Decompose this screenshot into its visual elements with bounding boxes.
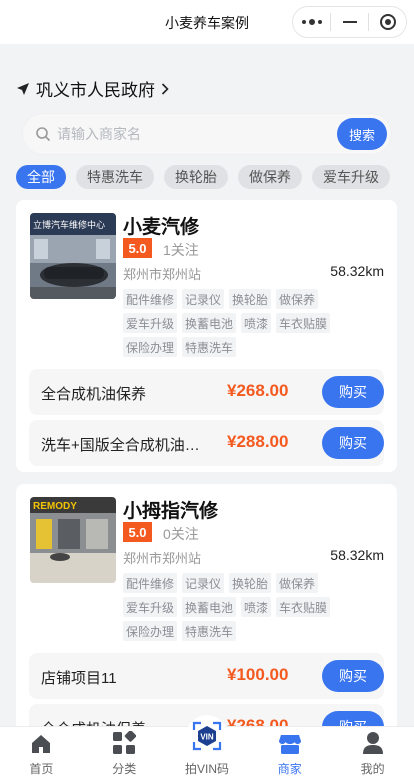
tabbar-item-vin[interactable]: VIN 拍VIN码 <box>166 715 249 780</box>
user-icon <box>362 732 383 754</box>
tab-all[interactable]: 全部 <box>16 165 66 189</box>
category-icon <box>113 731 137 754</box>
chevron-right-icon <box>161 82 169 95</box>
service-tag: 做保养 <box>276 573 319 593</box>
service-tag: 喷漆 <box>241 313 272 333</box>
service-item[interactable]: 洗车+国版全合成机油保养 ¥288.00 购买 <box>29 420 384 466</box>
service-item[interactable]: 全合成机油保养 ¥268.00 购买 <box>29 369 384 415</box>
shop-address: 郑州市郑州站 <box>123 551 202 566</box>
service-price: ¥100.00 <box>227 665 289 684</box>
close-target-icon <box>379 14 396 30</box>
tab-maintenance[interactable]: 做保养 <box>238 165 302 189</box>
title-bar: 小麦养车案例 <box>0 0 414 44</box>
minimize-icon <box>342 21 357 23</box>
service-tag: 换轮胎 <box>229 573 272 593</box>
store-icon <box>278 735 301 754</box>
shop-card[interactable]: 立博汽车维修中心 小麦汽修 5.0 1关注 郑州市郑州站 58.32km 配件维… <box>16 200 397 472</box>
shop-sign-text: 立博汽车维修中心 <box>33 219 105 230</box>
service-tag: 特惠洗车 <box>182 337 237 357</box>
service-tags: 配件维修 记录仪 换轮胎 做保养 爱车升级 换蓄电池 喷漆 车衣贴膜 保险办理 … <box>123 289 353 357</box>
shop-photo: 立博汽车维修中心 <box>30 213 116 299</box>
service-item[interactable]: 店铺项目11 ¥100.00 购买 <box>29 653 384 699</box>
service-tag: 爱车升级 <box>123 597 178 617</box>
bottom-tab-bar: 首页 分类 VIN 拍VIN码 商家 我的 <box>0 715 414 780</box>
service-name: 洗车+国版全合成机油保养 <box>41 437 206 454</box>
svg-text:VIN: VIN <box>200 733 214 742</box>
tabbar-label: 分类 <box>112 762 137 776</box>
follower-count: 1关注 <box>163 242 199 258</box>
service-tag: 做保养 <box>276 289 319 309</box>
tabbar-item-profile[interactable]: 我的 <box>331 727 414 780</box>
service-name: 店铺项目11 <box>41 670 117 687</box>
location-selector[interactable]: 巩义市人民政府 <box>16 76 169 101</box>
tab-car-wash[interactable]: 特惠洗车 <box>76 165 154 189</box>
service-tag: 特惠洗车 <box>182 621 237 641</box>
service-tag: 换蓄电池 <box>182 313 237 333</box>
vin-scan-icon: VIN <box>185 715 228 757</box>
minimize-button[interactable] <box>331 7 368 37</box>
tabbar-item-home[interactable]: 首页 <box>0 727 83 780</box>
search-bar: 搜索 <box>23 114 391 154</box>
shop-name: 小拇指汽修 <box>123 501 219 522</box>
service-tag: 保险办理 <box>123 621 178 641</box>
service-price: ¥268.00 <box>227 381 289 400</box>
service-tags: 配件维修 记录仪 换轮胎 做保养 爱车升级 换蓄电池 喷漆 车衣贴膜 保险办理 … <box>123 573 353 641</box>
home-icon <box>32 735 51 753</box>
shop-photo: REMODY <box>30 497 116 583</box>
service-tag: 喷漆 <box>241 597 272 617</box>
rating-badge: 5.0 <box>123 522 152 542</box>
tabbar-label: 首页 <box>29 762 54 776</box>
service-tag: 爱车升级 <box>123 313 178 333</box>
tabbar-label: 拍VIN码 <box>184 762 229 776</box>
service-tag: 配件维修 <box>123 573 178 593</box>
service-name: 全合成机油保养 <box>41 386 147 403</box>
service-tag: 配件维修 <box>123 289 178 309</box>
tabbar-item-store[interactable]: 商家 <box>248 727 331 780</box>
tabbar-label: 我的 <box>360 762 385 776</box>
shop-distance: 58.32km <box>330 263 384 279</box>
service-tag: 保险办理 <box>123 337 178 357</box>
service-tag: 车衣贴膜 <box>276 313 331 333</box>
service-tag: 记录仪 <box>182 573 225 593</box>
tab-tire-change[interactable]: 换轮胎 <box>164 165 228 189</box>
rating-badge: 5.0 <box>123 238 152 258</box>
follower-count: 0关注 <box>163 526 199 542</box>
search-icon <box>36 127 51 142</box>
location-arrow-icon <box>17 82 29 95</box>
shop-card[interactable]: REMODY 小拇指汽修 5.0 0关注 郑州市郑州站 58.32km 配件维修… <box>16 484 397 750</box>
location-label: 巩义市人民政府 <box>36 81 155 100</box>
shop-address: 郑州市郑州站 <box>123 267 202 282</box>
service-tag: 车衣贴膜 <box>276 597 331 617</box>
tabbar-label: 商家 <box>277 762 302 776</box>
category-tabs: 全部 特惠洗车 换轮胎 做保养 爱车升级 <box>16 165 390 189</box>
close-button[interactable] <box>369 7 406 37</box>
buy-button[interactable]: 购买 <box>322 376 384 408</box>
tabbar-item-category[interactable]: 分类 <box>83 727 166 780</box>
miniprogram-capsule <box>292 6 407 38</box>
search-input[interactable] <box>57 126 317 142</box>
service-tag: 换轮胎 <box>229 289 272 309</box>
more-button[interactable] <box>293 7 330 37</box>
shop-name: 小麦汽修 <box>123 217 200 238</box>
service-tag: 换蓄电池 <box>182 597 237 617</box>
buy-button[interactable]: 购买 <box>322 660 384 692</box>
shop-distance: 58.32km <box>330 547 384 563</box>
search-button[interactable]: 搜索 <box>337 118 387 150</box>
shop-sign-text: REMODY <box>33 501 77 512</box>
service-price: ¥288.00 <box>227 432 289 451</box>
buy-button[interactable]: 购买 <box>322 427 384 459</box>
service-tag: 记录仪 <box>182 289 225 309</box>
tab-car-upgrade[interactable]: 爱车升级 <box>312 165 390 189</box>
more-icon <box>301 19 322 25</box>
